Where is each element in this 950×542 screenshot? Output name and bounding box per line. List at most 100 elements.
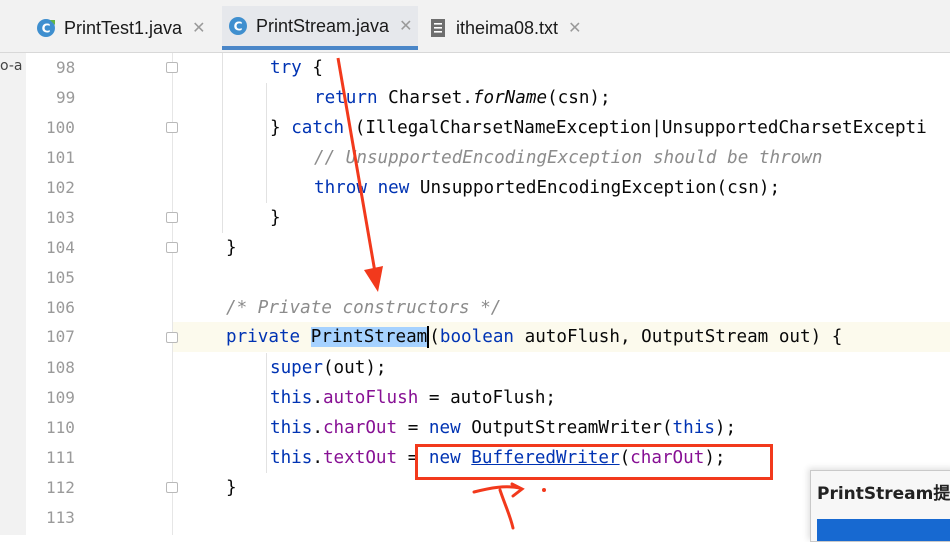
editor-tab-bar: C PrintTest1.java ✕ C PrintStream.java ✕…	[0, 0, 950, 53]
code-line-100: } catch (IllegalCharsetNameException|Uns…	[270, 113, 927, 143]
svg-text:C: C	[234, 20, 243, 34]
fold-marker-icon[interactable]	[166, 242, 178, 253]
popup-selection-bar[interactable]	[817, 519, 950, 541]
line-number: 104	[46, 238, 75, 257]
line-number: 109	[46, 388, 75, 407]
field-name: textOut	[322, 448, 398, 468]
keyword: this	[270, 418, 313, 438]
java-class-icon: C	[229, 17, 247, 35]
method-name: forName	[472, 88, 548, 108]
code-text: (	[429, 327, 440, 347]
code-line-102: throw new UnsupportedEncodingException(c…	[314, 173, 780, 203]
line-number: 110	[46, 418, 75, 437]
line-number: 107	[46, 327, 75, 346]
annotation-box	[415, 444, 773, 480]
line-number: 101	[46, 148, 75, 167]
field-name: autoFlush	[322, 388, 419, 408]
code-line-99: return Charset.forName(csn);	[314, 83, 611, 113]
code-text: .	[312, 418, 323, 438]
code-text: OutputStreamWriter(	[460, 418, 673, 438]
fold-marker-icon[interactable]	[166, 332, 178, 343]
keyword: throw	[314, 178, 367, 198]
indent-guide	[266, 83, 267, 203]
quick-doc-popup[interactable]: PrintStream提	[810, 470, 950, 542]
selected-identifier[interactable]: PrintStream	[310, 327, 428, 347]
keyword: super	[270, 358, 323, 378]
arrow-head-icon	[364, 266, 383, 292]
tab-printtest1[interactable]: C PrintTest1.java ✕	[36, 6, 205, 50]
fold-marker-icon[interactable]	[166, 482, 178, 493]
java-class-icon: C	[37, 19, 55, 37]
fold-marker-icon[interactable]	[166, 122, 178, 133]
line-number: 103	[46, 208, 75, 227]
tab-label: PrintStream.java	[256, 15, 390, 36]
annotation-dot	[542, 488, 546, 492]
keyword: try	[270, 58, 302, 78]
code-text: {	[301, 58, 323, 78]
tab-itheima08[interactable]: itheima08.txt ✕	[428, 6, 581, 50]
keyword: boolean	[439, 327, 515, 347]
close-icon[interactable]: ✕	[399, 16, 412, 36]
project-panel-edge-text: o-a	[0, 58, 23, 74]
line-number: 106	[46, 298, 75, 317]
code-line-107: private PrintStream (boolean autoFlush, O…	[226, 322, 842, 352]
code-line-109: this.autoFlush = autoFlush;	[270, 383, 556, 413]
keyword: private	[226, 327, 301, 347]
line-number: 98	[56, 58, 76, 77]
code-text: .	[312, 448, 323, 468]
tab-printstream[interactable]: C PrintStream.java ✕	[222, 6, 419, 50]
code-text: = autoFlush;	[418, 388, 557, 408]
svg-text:C: C	[42, 22, 51, 36]
popup-title: PrintStream提	[817, 484, 950, 504]
close-icon[interactable]: ✕	[568, 18, 581, 38]
code-text: (csn);	[547, 88, 611, 108]
annotation-scribble	[472, 482, 525, 530]
line-number: 108	[46, 358, 75, 377]
comment: /* Private constructors */	[226, 298, 502, 318]
keyword: this	[270, 448, 313, 468]
code-text: (out);	[322, 358, 387, 378]
fold-marker-icon[interactable]	[166, 62, 178, 73]
line-number: 112	[46, 478, 75, 497]
code-line-112: }	[226, 473, 237, 503]
tab-label: itheima08.txt	[456, 17, 559, 38]
keyword: this	[672, 418, 715, 438]
code-text: .	[312, 388, 323, 408]
code-line-104: }	[226, 233, 237, 263]
keyword: this	[270, 388, 313, 408]
code-text: }	[270, 118, 292, 138]
code-line-110: this.charOut = new OutputStreamWriter(th…	[270, 413, 736, 443]
code-line-106: /* Private constructors */	[226, 293, 501, 323]
code-text: }	[226, 238, 237, 258]
left-tool-strip: o-a	[0, 0, 27, 535]
line-number: 113	[46, 508, 75, 527]
keyword: return	[314, 88, 378, 108]
line-number: 102	[46, 178, 75, 197]
code-text: }	[270, 208, 281, 228]
code-line-98: try {	[270, 53, 323, 83]
code-text: (IllegalCharsetNameException|Unsupported…	[344, 118, 927, 138]
code-line-108: super(out);	[270, 353, 387, 383]
code-line-101: // UnsupportedEncodingException should b…	[314, 143, 822, 173]
tab-label: PrintTest1.java	[64, 17, 183, 38]
code-line-103: }	[270, 203, 281, 233]
line-number: 99	[56, 88, 76, 107]
code-text: }	[226, 478, 237, 498]
line-number: 111	[46, 448, 75, 467]
fold-marker-icon[interactable]	[166, 212, 178, 223]
code-text: UnsupportedEncodingException(csn);	[409, 178, 781, 198]
indent-guide	[222, 53, 223, 233]
code-text: =	[397, 418, 429, 438]
code-text: );	[714, 418, 737, 438]
code-text: Charset.	[377, 88, 473, 108]
code-text: autoFlush, OutputStream out) {	[514, 327, 843, 347]
text-file-icon	[431, 19, 445, 37]
keyword: catch	[291, 118, 345, 138]
close-icon[interactable]: ✕	[192, 18, 205, 38]
field-name: charOut	[322, 418, 398, 438]
comment: // UnsupportedEncodingException should b…	[314, 148, 823, 168]
line-number: 105	[46, 268, 75, 287]
indent-guide	[266, 353, 267, 473]
line-number: 100	[46, 118, 75, 137]
keyword: new	[377, 178, 410, 198]
